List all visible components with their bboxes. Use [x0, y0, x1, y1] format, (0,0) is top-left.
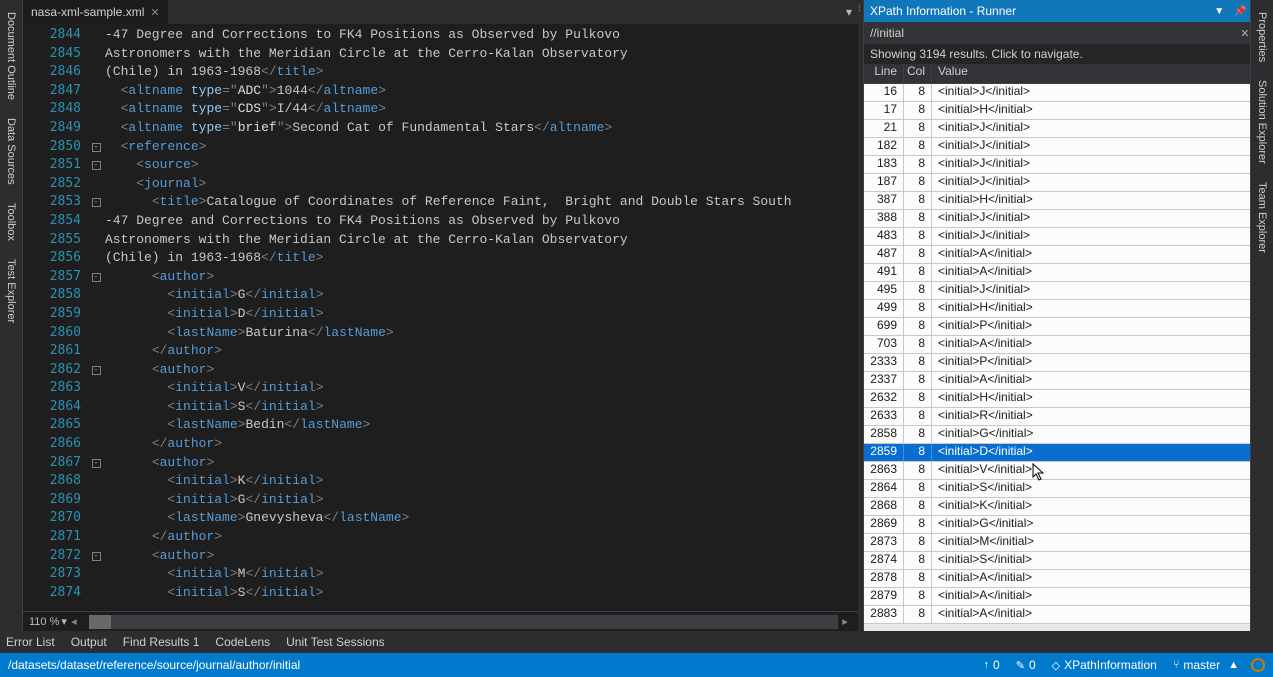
table-row[interactable]: 26328<initial>H</initial> [864, 390, 1259, 408]
chevron-up-icon: ▲ [1228, 659, 1239, 671]
vertical-splitter[interactable] [858, 0, 863, 631]
status-upload[interactable]: ↑0 [984, 658, 1000, 672]
table-row[interactable]: 3878<initial>H</initial> [864, 192, 1259, 210]
side-tab-team-explorer[interactable]: Team Explorer [1254, 174, 1270, 261]
table-row[interactable]: 168<initial>J</initial> [864, 84, 1259, 102]
status-edits[interactable]: ✎0 [1016, 658, 1036, 672]
tab-dropdown-icon[interactable]: ▾ [840, 5, 858, 19]
line-number-gutter: 2844284528462847284828492850285128522853… [23, 24, 87, 611]
table-row[interactable]: 4878<initial>A</initial> [864, 246, 1259, 264]
table-row[interactable]: 4958<initial>J</initial> [864, 282, 1259, 300]
table-row[interactable]: 1878<initial>J</initial> [864, 174, 1259, 192]
table-row[interactable]: 28798<initial>A</initial> [864, 588, 1259, 606]
horizontal-scrollbar[interactable] [89, 615, 838, 629]
side-tab-test-explorer[interactable]: Test Explorer [3, 251, 19, 331]
close-icon[interactable]: ✕ [150, 6, 159, 19]
side-tab-solution-explorer[interactable]: Solution Explorer [1254, 72, 1270, 172]
grid-body[interactable]: 168<initial>J</initial>178<initial>H</in… [864, 84, 1259, 631]
table-row[interactable]: 4918<initial>A</initial> [864, 264, 1259, 282]
bottom-tab-unit-test-sessions[interactable]: Unit Test Sessions [286, 635, 385, 649]
panel-status: Showing 3194 results. Click to navigate. [864, 44, 1273, 64]
fold-toggle-icon[interactable]: - [92, 273, 101, 282]
fold-toggle-icon[interactable]: - [92, 459, 101, 468]
editor-area: nasa-xml-sample.xml ✕ ▾ 2844284528462847… [23, 0, 858, 631]
xpath-query-row[interactable]: //initial ✕ ▾ [864, 22, 1273, 44]
code-editor[interactable]: 2844284528462847284828492850285128522853… [23, 24, 858, 611]
upload-icon: ↑ [984, 659, 990, 671]
document-tab-row: nasa-xml-sample.xml ✕ ▾ [23, 0, 858, 24]
table-row[interactable]: 28638<initial>V</initial> [864, 462, 1259, 480]
side-tab-document-outline[interactable]: Document Outline [3, 4, 19, 108]
status-branch[interactable]: ⑂master▲ [1173, 658, 1239, 672]
bottom-tabs: Error List Output Find Results 1 CodeLens Un… [0, 631, 1273, 653]
scroll-left-icon[interactable]: ◂ [67, 615, 81, 628]
table-row[interactable]: 23378<initial>A</initial> [864, 372, 1259, 390]
panel-dropdown-icon[interactable]: ▼ [1212, 6, 1226, 17]
table-row[interactable]: 6998<initial>P</initial> [864, 318, 1259, 336]
side-tab-properties[interactable]: Properties [1254, 4, 1270, 70]
bottom-tab-error-list[interactable]: Error List [6, 635, 55, 649]
xpath-panel: XPath Information - Runner ▼ 📌 ✕ //initi… [863, 0, 1273, 631]
status-extension[interactable]: ◇XPathInformation [1052, 658, 1157, 672]
zoom-scroll-row: 110 % ▾ ◂ ▸ [23, 611, 858, 631]
zoom-level[interactable]: 110 % [29, 616, 59, 628]
panel-pin-icon[interactable]: 📌 [1232, 6, 1248, 17]
table-row[interactable]: 218<initial>J</initial> [864, 120, 1259, 138]
table-row[interactable]: 28748<initial>S</initial> [864, 552, 1259, 570]
side-tab-data-sources[interactable]: Data Sources [3, 110, 19, 193]
table-row[interactable]: 1828<initial>J</initial> [864, 138, 1259, 156]
fold-toggle-icon[interactable]: - [92, 198, 101, 207]
table-row[interactable]: 28738<initial>M</initial> [864, 534, 1259, 552]
bottom-tab-codelens[interactable]: CodeLens [215, 635, 270, 649]
scroll-right-icon[interactable]: ▸ [838, 615, 852, 628]
pencil-icon: ✎ [1016, 659, 1025, 672]
table-row[interactable]: 28698<initial>G</initial> [864, 516, 1259, 534]
bottom-tab-output[interactable]: Output [71, 635, 107, 649]
table-row[interactable]: 3888<initial>J</initial> [864, 210, 1259, 228]
file-tab-label: nasa-xml-sample.xml [31, 5, 144, 19]
feedback-icon[interactable] [1251, 658, 1265, 672]
panel-header[interactable]: XPath Information - Runner ▼ 📌 ✕ [864, 0, 1273, 22]
grid-header-col[interactable]: Col [904, 64, 932, 83]
fold-toggle-icon[interactable]: - [92, 552, 101, 561]
table-row[interactable]: 26338<initial>R</initial> [864, 408, 1259, 426]
diamond-icon: ◇ [1052, 659, 1060, 672]
code-content[interactable]: -47 Degree and Corrections to FK4 Positi… [105, 24, 858, 611]
table-row[interactable]: 28588<initial>G</initial> [864, 426, 1259, 444]
file-tab[interactable]: nasa-xml-sample.xml ✕ [23, 0, 168, 24]
grid-header-line[interactable]: Line [864, 64, 904, 83]
table-row[interactable]: 178<initial>H</initial> [864, 102, 1259, 120]
table-row[interactable]: 7038<initial>A</initial> [864, 336, 1259, 354]
table-row[interactable]: 4838<initial>J</initial> [864, 228, 1259, 246]
bottom-tab-find-results-1[interactable]: Find Results 1 [123, 635, 200, 649]
table-row[interactable]: 28648<initial>S</initial> [864, 480, 1259, 498]
panel-title: XPath Information - Runner [870, 4, 1016, 18]
table-row[interactable]: 28788<initial>A</initial> [864, 570, 1259, 588]
table-row[interactable]: 4998<initial>H</initial> [864, 300, 1259, 318]
fold-toggle-icon[interactable]: - [92, 161, 101, 170]
table-row[interactable]: 28598<initial>D</initial> [864, 444, 1259, 462]
xpath-query-text[interactable]: //initial [870, 26, 1236, 40]
status-xpath: /datasets/dataset/reference/source/journ… [8, 658, 300, 672]
grid-header-value[interactable]: Value [932, 64, 1273, 83]
fold-column[interactable]: - - - - - - - [87, 24, 105, 611]
side-tab-toolbox[interactable]: Toolbox [3, 195, 19, 249]
branch-icon: ⑂ [1173, 659, 1180, 671]
table-row[interactable]: 28838<initial>A</initial> [864, 606, 1259, 624]
grid-header[interactable]: Line Col Value [864, 64, 1273, 84]
panel-status-text: Showing 3194 results. Click to navigate. [870, 47, 1083, 61]
table-row[interactable]: 28688<initial>K</initial> [864, 498, 1259, 516]
table-row[interactable]: 1838<initial>J</initial> [864, 156, 1259, 174]
right-toolstrip: Properties Solution Explorer Team Explorer [1250, 0, 1273, 631]
table-row[interactable]: 23338<initial>P</initial> [864, 354, 1259, 372]
fold-toggle-icon[interactable]: - [92, 366, 101, 375]
status-bar: /datasets/dataset/reference/source/journ… [0, 653, 1273, 677]
fold-toggle-icon[interactable]: - [92, 143, 101, 152]
left-toolstrip: Document Outline Data Sources Toolbox Test … [0, 0, 23, 631]
